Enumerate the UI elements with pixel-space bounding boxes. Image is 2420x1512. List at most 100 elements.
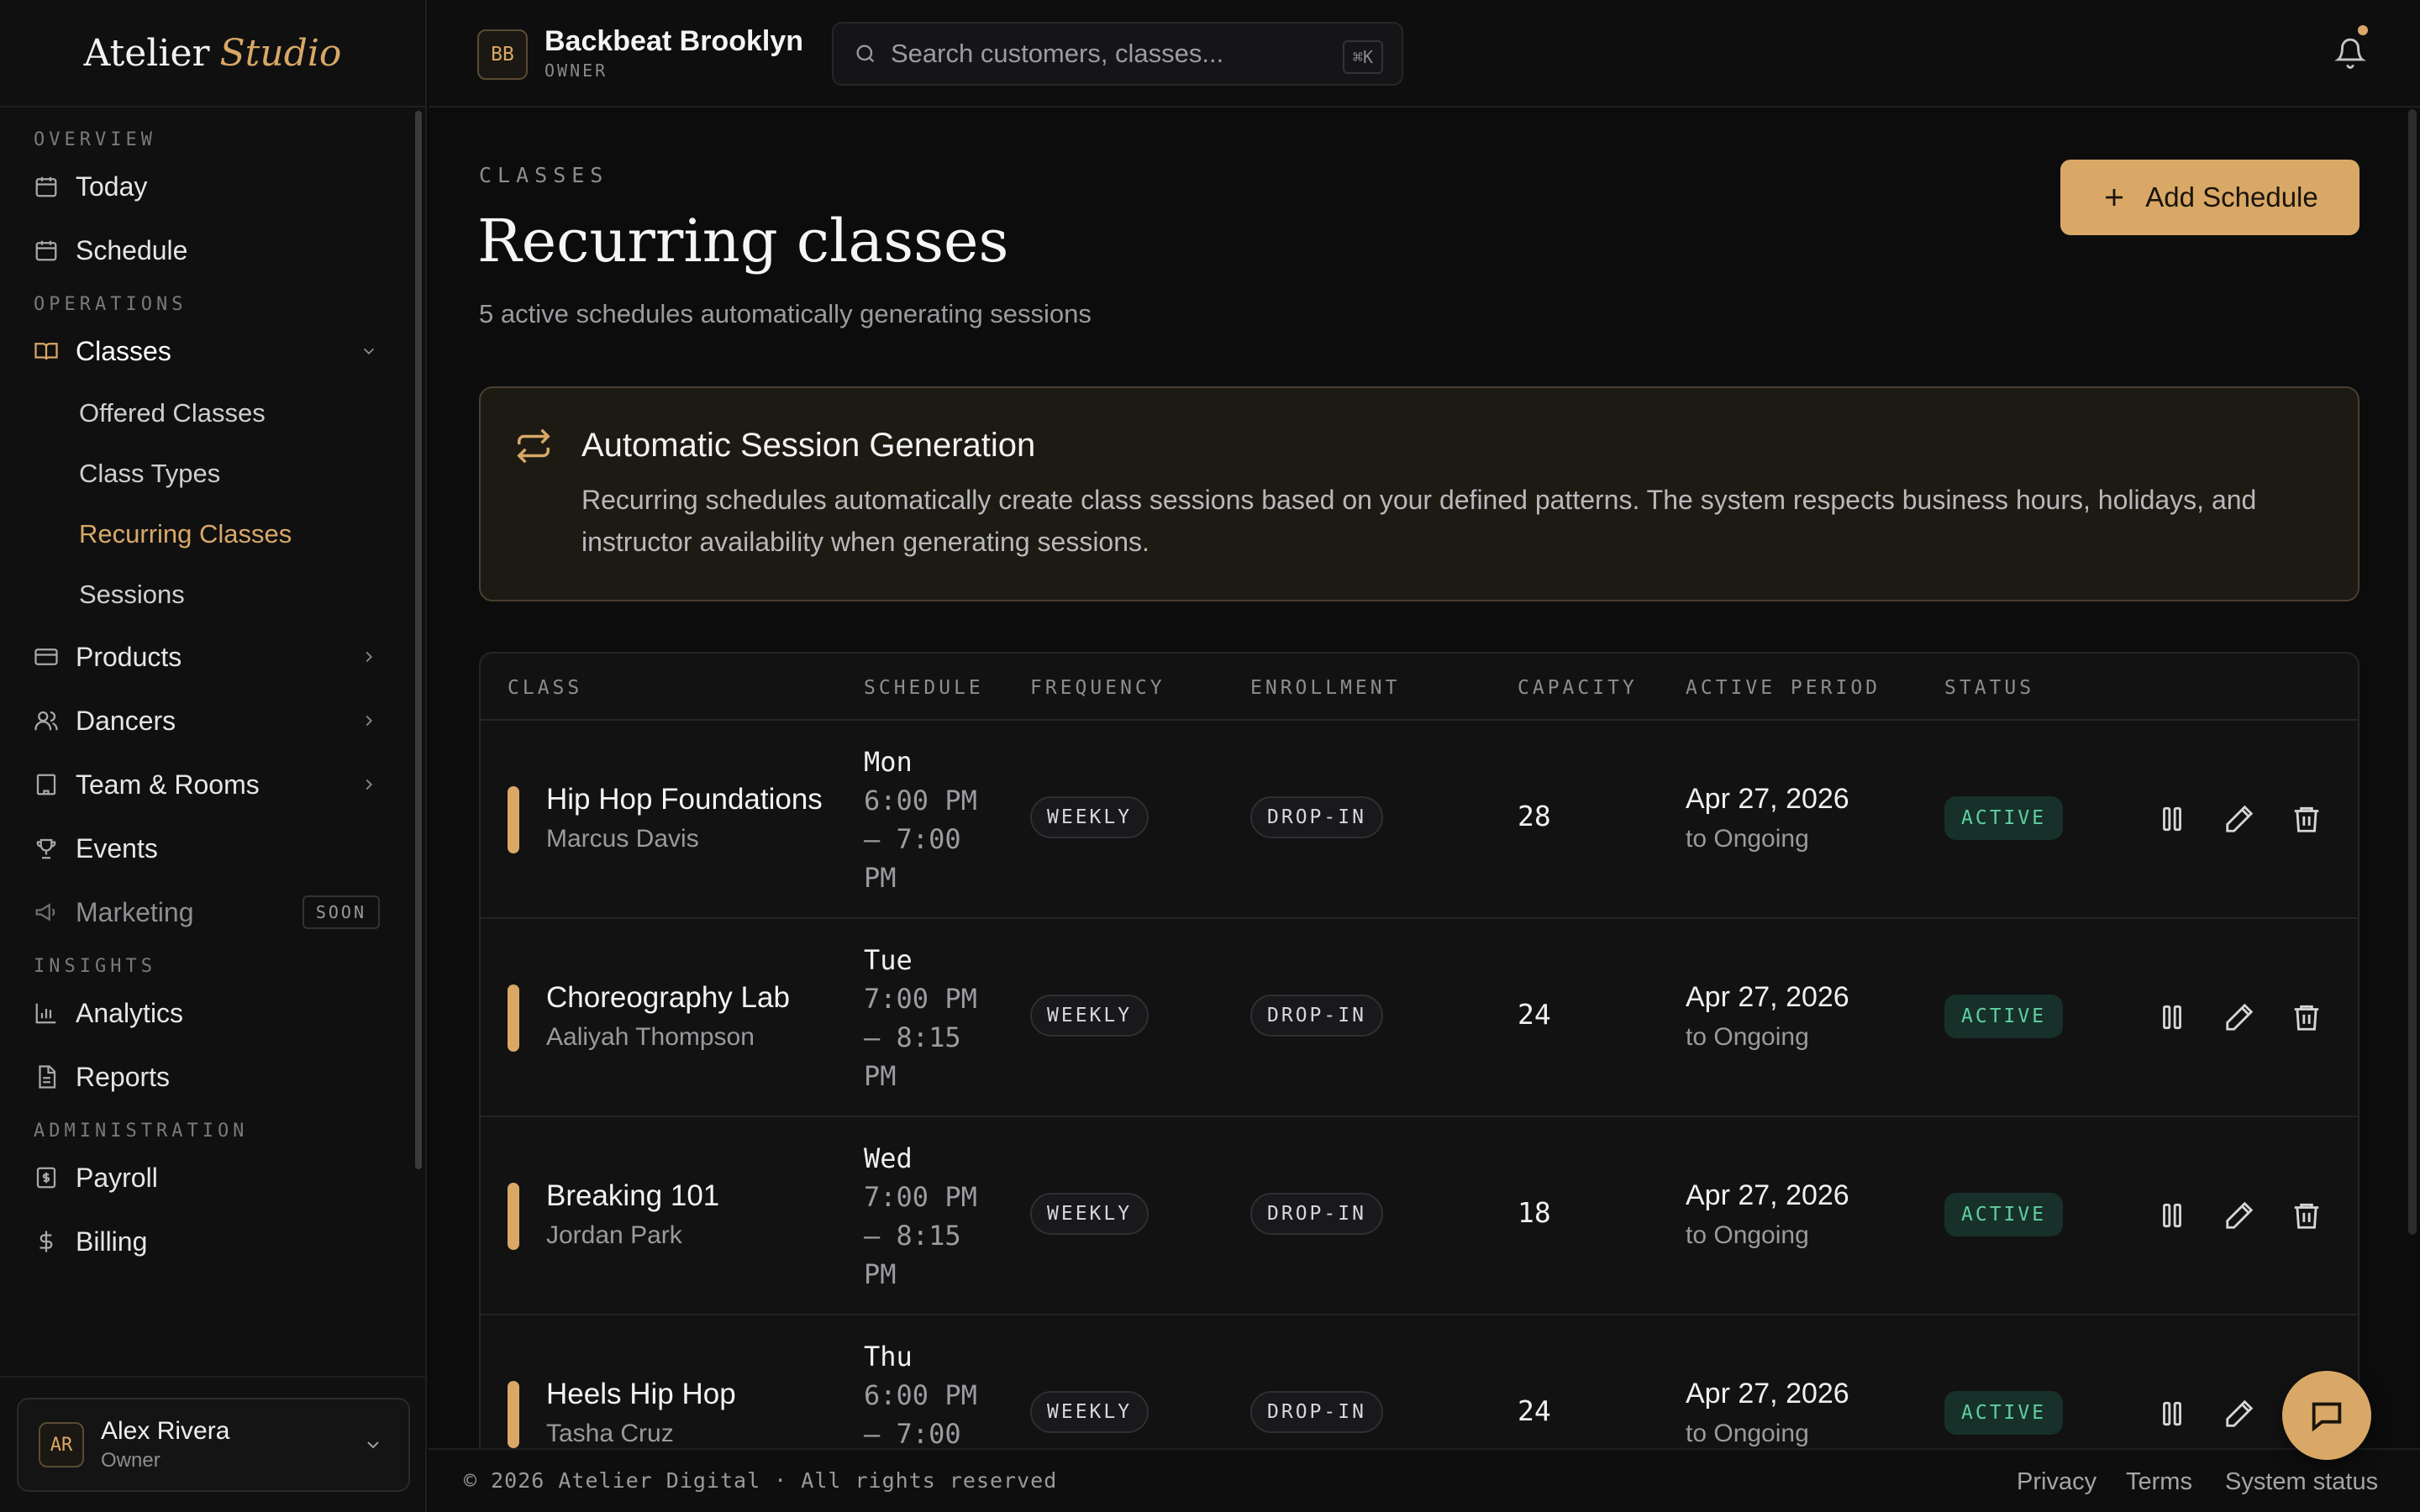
user-menu[interactable]: AR Alex Rivera Owner: [17, 1398, 410, 1492]
pause-icon[interactable]: [2156, 1200, 2188, 1231]
sidebar-item-dancers[interactable]: Dancers: [0, 689, 425, 753]
brand-accent: Studio: [219, 31, 342, 75]
class-name[interactable]: Hip Hop Foundations: [546, 783, 823, 816]
chevron-right-icon: [366, 651, 373, 663]
sidebar-subitem-class-types[interactable]: Class Types: [0, 444, 425, 504]
sidebar-nav: OVERVIEW Today Schedule OPERATIONS Class…: [0, 109, 425, 1376]
schedule-time: 6:00 PM – 7:00 PM: [864, 785, 977, 894]
table-row[interactable]: Heels Hip Hop Tasha Cruz Thu 6:00 PM – 7…: [481, 1315, 2358, 1448]
sidebar-item-team-rooms[interactable]: Team & Rooms: [0, 753, 425, 816]
divider: [0, 1376, 427, 1378]
class-name[interactable]: Choreography Lab: [546, 981, 790, 1015]
section-operations: OPERATIONS: [34, 293, 187, 315]
schedule-time: 7:00 PM – 8:15 PM: [864, 983, 977, 1092]
capacity-value: 24: [1518, 998, 1551, 1031]
pause-icon[interactable]: [2156, 803, 2188, 835]
column-header-enrollment[interactable]: ENROLLMENT: [1250, 677, 1400, 699]
pause-icon[interactable]: [2156, 1001, 2188, 1033]
sidebar-item-payroll[interactable]: Payroll: [0, 1146, 425, 1210]
bar-chart-icon: [34, 1000, 59, 1026]
class-name[interactable]: Breaking 101: [546, 1179, 719, 1213]
class-instructor: Aaliyah Thompson: [546, 1023, 755, 1051]
info-body: Recurring schedules automatically create…: [581, 485, 2257, 557]
table-row[interactable]: Hip Hop Foundations Marcus Davis Mon 6:0…: [481, 721, 2358, 919]
users-icon: [34, 708, 59, 733]
notification-dot: [2358, 25, 2368, 35]
sidebar-item-reports[interactable]: Reports: [0, 1045, 425, 1109]
sidebar-item-marketing[interactable]: Marketing SOON: [0, 880, 425, 944]
sidebar-item-label: Dancers: [76, 705, 176, 736]
org-avatar[interactable]: BB: [477, 29, 528, 80]
brand-name: Atelier: [83, 31, 210, 75]
page-eyebrow: CLASSES: [479, 163, 609, 187]
frequency-pill: WEEKLY: [1030, 796, 1150, 838]
table-row[interactable]: Choreography Lab Aaliyah Thompson Tue 7:…: [481, 919, 2358, 1117]
chat-button[interactable]: [2282, 1371, 2371, 1460]
sidebar-item-schedule[interactable]: Schedule: [0, 218, 425, 282]
period-start: Apr 27, 2026: [1686, 1179, 1849, 1211]
edit-icon[interactable]: [2223, 1200, 2255, 1231]
sidebar-item-billing[interactable]: Billing: [0, 1210, 425, 1273]
sidebar-item-classes[interactable]: Classes: [0, 319, 425, 383]
sidebar-item-label: Team & Rooms: [76, 769, 260, 800]
period-start: Apr 27, 2026: [1686, 1378, 1849, 1410]
period-end: to Ongoing: [1686, 1221, 1809, 1249]
trash-icon[interactable]: [2291, 803, 2323, 835]
search-icon: [856, 45, 875, 63]
enrollment-pill: DROP-IN: [1250, 995, 1383, 1037]
column-header-schedule[interactable]: SCHEDULE: [864, 677, 984, 699]
sidebar-subitem-offered-classes[interactable]: Offered Classes: [0, 383, 425, 444]
add-schedule-button[interactable]: Add Schedule: [2060, 160, 2360, 235]
period-start: Apr 27, 2026: [1686, 981, 1849, 1013]
org-role: OWNER: [544, 60, 608, 81]
sidebar-item-products[interactable]: Products: [0, 625, 425, 689]
edit-icon[interactable]: [2223, 1001, 2255, 1033]
frequency-pill: WEEKLY: [1030, 1193, 1150, 1235]
sidebar-subitem-sessions[interactable]: Sessions: [0, 564, 425, 625]
sidebar-item-today[interactable]: Today: [0, 155, 425, 218]
recurring-classes-table: CLASS SCHEDULE FREQUENCY ENROLLMENT CAPA…: [479, 652, 2360, 1448]
edit-icon[interactable]: [2223, 803, 2255, 835]
column-header-active-period[interactable]: ACTIVE PERIOD: [1686, 677, 1881, 699]
column-header-class[interactable]: CLASS: [508, 677, 582, 699]
add-schedule-label: Add Schedule: [2145, 181, 2318, 213]
class-instructor: Marcus Davis: [546, 825, 699, 853]
column-header-frequency[interactable]: FREQUENCY: [1030, 677, 1165, 699]
system-status-link[interactable]: System status: [2225, 1468, 2378, 1496]
class-color-bar: [508, 984, 519, 1052]
privacy-link[interactable]: Privacy: [2017, 1468, 2096, 1496]
period-end: to Ongoing: [1686, 1420, 1809, 1447]
class-name[interactable]: Heels Hip Hop: [546, 1378, 736, 1411]
trophy-icon: [34, 836, 59, 861]
sidebar-item-label: Schedule: [76, 234, 188, 265]
sidebar-subitem-recurring-classes[interactable]: Recurring Classes: [0, 504, 425, 564]
sidebar-item-analytics[interactable]: Analytics: [0, 981, 425, 1045]
column-header-capacity[interactable]: CAPACITY: [1518, 677, 1638, 699]
period-end: to Ongoing: [1686, 825, 1809, 853]
brand-logo[interactable]: Atelier Studio: [0, 0, 425, 108]
class-color-bar: [508, 786, 519, 853]
enrollment-pill: DROP-IN: [1250, 1193, 1383, 1235]
org-name[interactable]: Backbeat Brooklyn: [544, 25, 803, 58]
chevron-down-icon: [367, 1441, 379, 1449]
chevron-right-icon: [366, 779, 373, 790]
search-input[interactable]: [891, 39, 1311, 69]
edit-icon[interactable]: [2223, 1398, 2255, 1430]
schedule-day: Wed: [864, 1142, 913, 1174]
column-header-status[interactable]: STATUS: [1944, 677, 2034, 699]
sidebar-item-label: Marketing: [76, 896, 194, 927]
search-box[interactable]: ⌘K: [832, 22, 1403, 86]
sidebar-item-events[interactable]: Events: [0, 816, 425, 880]
capacity-value: 24: [1518, 1394, 1551, 1427]
trash-icon[interactable]: [2291, 1200, 2323, 1231]
capacity-value: 18: [1518, 1196, 1551, 1229]
bell-icon[interactable]: [2334, 37, 2366, 69]
sidebar-item-label: Today: [76, 171, 148, 202]
trash-icon[interactable]: [2291, 1001, 2323, 1033]
pause-icon[interactable]: [2156, 1398, 2188, 1430]
sidebar-scrollbar[interactable]: [415, 111, 422, 1169]
class-schedule: Mon 6:00 PM – 7:00 PM: [864, 743, 990, 897]
table-row[interactable]: Breaking 101 Jordan Park Wed 7:00 PM – 8…: [481, 1117, 2358, 1315]
main-content: CLASSES Recurring classes 5 active sched…: [429, 109, 2420, 1448]
terms-link[interactable]: Terms: [2126, 1468, 2192, 1496]
